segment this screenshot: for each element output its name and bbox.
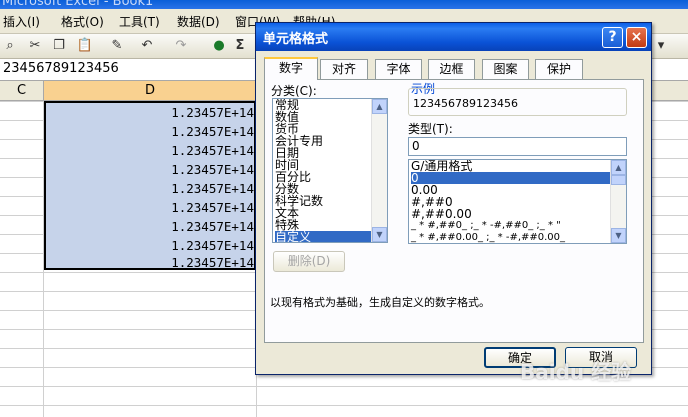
- format-item[interactable]: _ * #,##0_ ;_ * -#,##0_ ;_ * ": [411, 220, 610, 232]
- cell-d1[interactable]: 1.23457E+14: [171, 103, 254, 122]
- cut-icon[interactable]: ✂: [26, 37, 44, 55]
- format-cells-dialog: 单元格格式 ? × 数字 对齐 字体 边框 图案 保护 分类(C): 常规 数值…: [255, 22, 652, 375]
- cell-d5[interactable]: 1.23457E+14: [171, 179, 254, 198]
- undo-icon[interactable]: ↶: [136, 37, 158, 55]
- type-label: 类型(T):: [408, 122, 453, 136]
- scroll-down-icon[interactable]: ▼: [372, 227, 387, 242]
- cell-d2[interactable]: 1.23457E+14: [171, 122, 254, 141]
- column-header-d[interactable]: D: [44, 81, 257, 101]
- format-item-selected[interactable]: 0: [411, 172, 610, 184]
- research-icon[interactable]: ⌕: [2, 37, 18, 55]
- excel-title: Microsoft Excel - Book1: [2, 0, 154, 9]
- dialog-title: 单元格格式: [263, 32, 329, 47]
- copy-icon[interactable]: ❐: [50, 37, 68, 55]
- formula-value: 23456789123456: [3, 61, 119, 76]
- format-painter-icon[interactable]: ✎: [108, 37, 126, 55]
- menu-tools[interactable]: 工具(T): [119, 13, 160, 30]
- excel-title-bar: Microsoft Excel - Book1: [0, 0, 688, 9]
- delete-button[interactable]: 删除(D): [273, 251, 345, 272]
- sample-group: 123456789123456: [408, 88, 627, 116]
- paste-icon[interactable]: 📋: [74, 37, 96, 55]
- category-list[interactable]: 常规 数值 货币 会计专用 日期 时间 百分比 分数 科学记数 文本 特殊 自定…: [272, 98, 388, 243]
- selected-range[interactable]: 1.23457E+14 1.23457E+14 1.23457E+14 1.23…: [44, 101, 256, 270]
- category-scrollbar[interactable]: ▲ ▼: [371, 99, 387, 242]
- toolbar-options-icon[interactable]: ▾: [652, 37, 670, 55]
- format-scrollbar[interactable]: ▲ ▼: [610, 160, 626, 243]
- cell-d6[interactable]: 1.23457E+14: [171, 198, 254, 217]
- format-item[interactable]: #,##0.00: [411, 208, 610, 220]
- column-header-c[interactable]: C: [0, 81, 44, 101]
- cell-d7[interactable]: 1.23457E+14: [171, 217, 254, 236]
- description-text: 以现有格式为基础，生成自定义的数字格式。: [270, 296, 490, 309]
- format-item[interactable]: G/通用格式: [411, 160, 610, 172]
- autosum-icon[interactable]: Σ: [233, 37, 247, 55]
- format-item[interactable]: _ * #,##0.00_ ;_ * -#,##0.00_: [411, 232, 610, 243]
- scroll-up-icon[interactable]: ▲: [372, 99, 387, 114]
- tab-number[interactable]: 数字: [264, 57, 318, 80]
- tab-border[interactable]: 边框: [428, 59, 475, 79]
- category-label: 分类(C):: [271, 84, 317, 98]
- number-tab-panel: 分类(C): 常规 数值 货币 会计专用 日期 时间 百分比 分数 科学记数 文…: [264, 79, 644, 343]
- tab-font[interactable]: 字体: [375, 59, 422, 79]
- redo-icon[interactable]: ↷: [170, 37, 192, 55]
- tab-protection[interactable]: 保护: [535, 59, 583, 79]
- menu-insert[interactable]: 插入(I): [3, 13, 40, 30]
- menu-format[interactable]: 格式(O): [61, 13, 104, 30]
- format-list[interactable]: G/通用格式 0 0.00 #,##0 #,##0.00 _ * #,##0_ …: [408, 159, 627, 244]
- help-button[interactable]: ?: [602, 27, 623, 48]
- type-input[interactable]: 0: [408, 137, 627, 156]
- cell-d3[interactable]: 1.23457E+14: [171, 141, 254, 160]
- dialog-title-bar[interactable]: 单元格格式 ? ×: [256, 23, 651, 51]
- cell-d9[interactable]: 1.23457E+14: [171, 253, 254, 272]
- hyperlink-icon[interactable]: ●: [210, 37, 228, 55]
- tab-patterns[interactable]: 图案: [482, 59, 529, 79]
- scroll-down-icon[interactable]: ▼: [611, 228, 626, 243]
- cell-d4[interactable]: 1.23457E+14: [171, 160, 254, 179]
- sample-value: 123456789123456: [413, 97, 518, 110]
- scroll-thumb[interactable]: [611, 175, 626, 185]
- tab-alignment[interactable]: 对齐: [320, 59, 368, 79]
- scroll-up-icon[interactable]: ▲: [611, 160, 626, 175]
- close-button[interactable]: ×: [626, 27, 647, 48]
- watermark: Baidu 经验: [520, 360, 632, 384]
- menu-data[interactable]: 数据(D): [177, 13, 220, 30]
- category-custom[interactable]: 自定义: [275, 231, 371, 242]
